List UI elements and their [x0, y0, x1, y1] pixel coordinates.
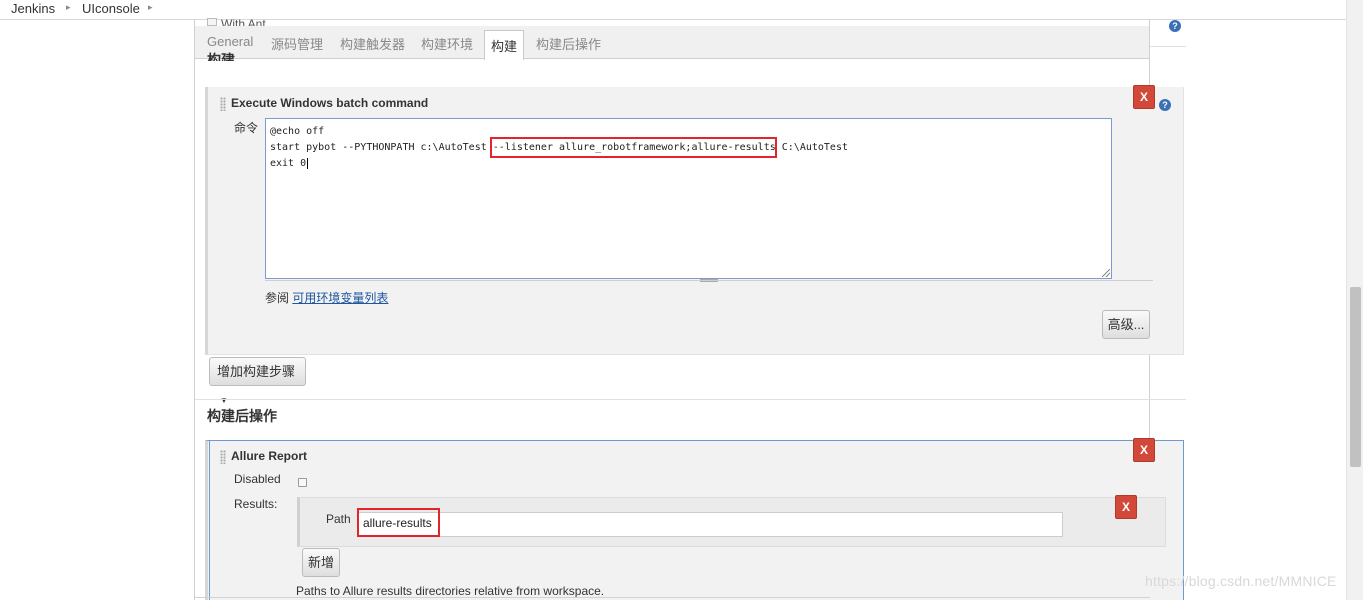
breadcrumb-chevron-icon: ▸: [66, 2, 71, 12]
resize-handle-icon[interactable]: [1102, 269, 1110, 277]
help-icon[interactable]: ?: [1159, 99, 1171, 111]
command-label: 命令: [234, 121, 259, 135]
command-line-2-prefix: start pybot --PYTHONPATH c:\AutoTest: [270, 142, 493, 153]
scrollbar-thumb[interactable]: [1350, 287, 1361, 467]
results-help-text: Paths to Allure results directories rela…: [296, 584, 605, 598]
env-vars-link[interactable]: 可用环境变量列表: [292, 291, 388, 305]
tab-build-triggers[interactable]: 构建触发器: [340, 34, 405, 53]
breadcrumb: Jenkins ▸ UIconsole ▸: [0, 0, 1346, 20]
help-icon[interactable]: ?: [1169, 20, 1181, 32]
disabled-label: Disabled: [234, 472, 281, 486]
command-line-3: exit 0: [270, 156, 1107, 172]
dropdown-arrow-icon: ▼: [220, 396, 228, 405]
text-cursor: [307, 158, 309, 169]
listener-highlight-box: [490, 137, 777, 158]
command-line-3-text: exit 0: [270, 158, 307, 169]
build-section-title: 构建: [207, 52, 235, 61]
drag-handle[interactable]: [220, 450, 226, 464]
results-label: Results:: [234, 497, 278, 511]
hidden-checkbox: [207, 18, 217, 26]
section-divider: [195, 399, 1186, 400]
advanced-button[interactable]: 高级...: [1102, 310, 1150, 339]
tab-source-code[interactable]: 源码管理: [271, 34, 323, 53]
add-build-step-button[interactable]: 增加构建步骤 ▼: [209, 357, 306, 405]
tab-build[interactable]: 构建: [484, 30, 525, 60]
breadcrumb-project[interactable]: UIconsole: [82, 1, 140, 16]
breadcrumb-jenkins[interactable]: Jenkins: [11, 1, 55, 16]
tab-general[interactable]: General: [207, 34, 253, 49]
delete-build-step-button[interactable]: X: [1133, 85, 1155, 109]
command-line-2-suffix: C:\AutoTest: [775, 142, 848, 153]
add-path-button[interactable]: 新增: [302, 548, 340, 577]
delete-path-button[interactable]: X: [1115, 495, 1137, 519]
post-build-step-title: Allure Report: [231, 449, 308, 463]
row-divider: [1150, 46, 1186, 47]
config-tab-bar: General 源码管理 构建触发器 构建环境 构建 构建后操作: [195, 26, 1149, 60]
textarea-grip-icon[interactable]: [700, 279, 718, 282]
drag-handle[interactable]: [220, 97, 226, 111]
focus-border: [209, 440, 210, 600]
path-label: Path: [326, 512, 351, 526]
post-build-section-title: 构建后操作: [207, 408, 277, 424]
add-build-step-label: 增加构建步骤: [217, 364, 296, 379]
page-scrollbar[interactable]: [1346, 0, 1363, 600]
see-text: 参阅: [265, 291, 290, 305]
hidden-option-label: With Ant: [221, 17, 266, 26]
build-step-title: Execute Windows batch command: [231, 96, 429, 110]
path-input[interactable]: [358, 512, 1063, 537]
delete-post-build-step-button[interactable]: X: [1133, 438, 1155, 462]
disabled-checkbox[interactable]: [298, 478, 307, 487]
breadcrumb-chevron-icon[interactable]: ▸: [148, 2, 153, 13]
tab-post-build[interactable]: 构建后操作: [536, 34, 601, 53]
tab-build-environment[interactable]: 构建环境: [421, 34, 473, 53]
env-vars-hint: 参阅 可用环境变量列表: [265, 289, 388, 306]
path-highlight-box: [357, 508, 440, 537]
watermark: https://blog.csdn.net/MMNICE: [1145, 573, 1337, 589]
